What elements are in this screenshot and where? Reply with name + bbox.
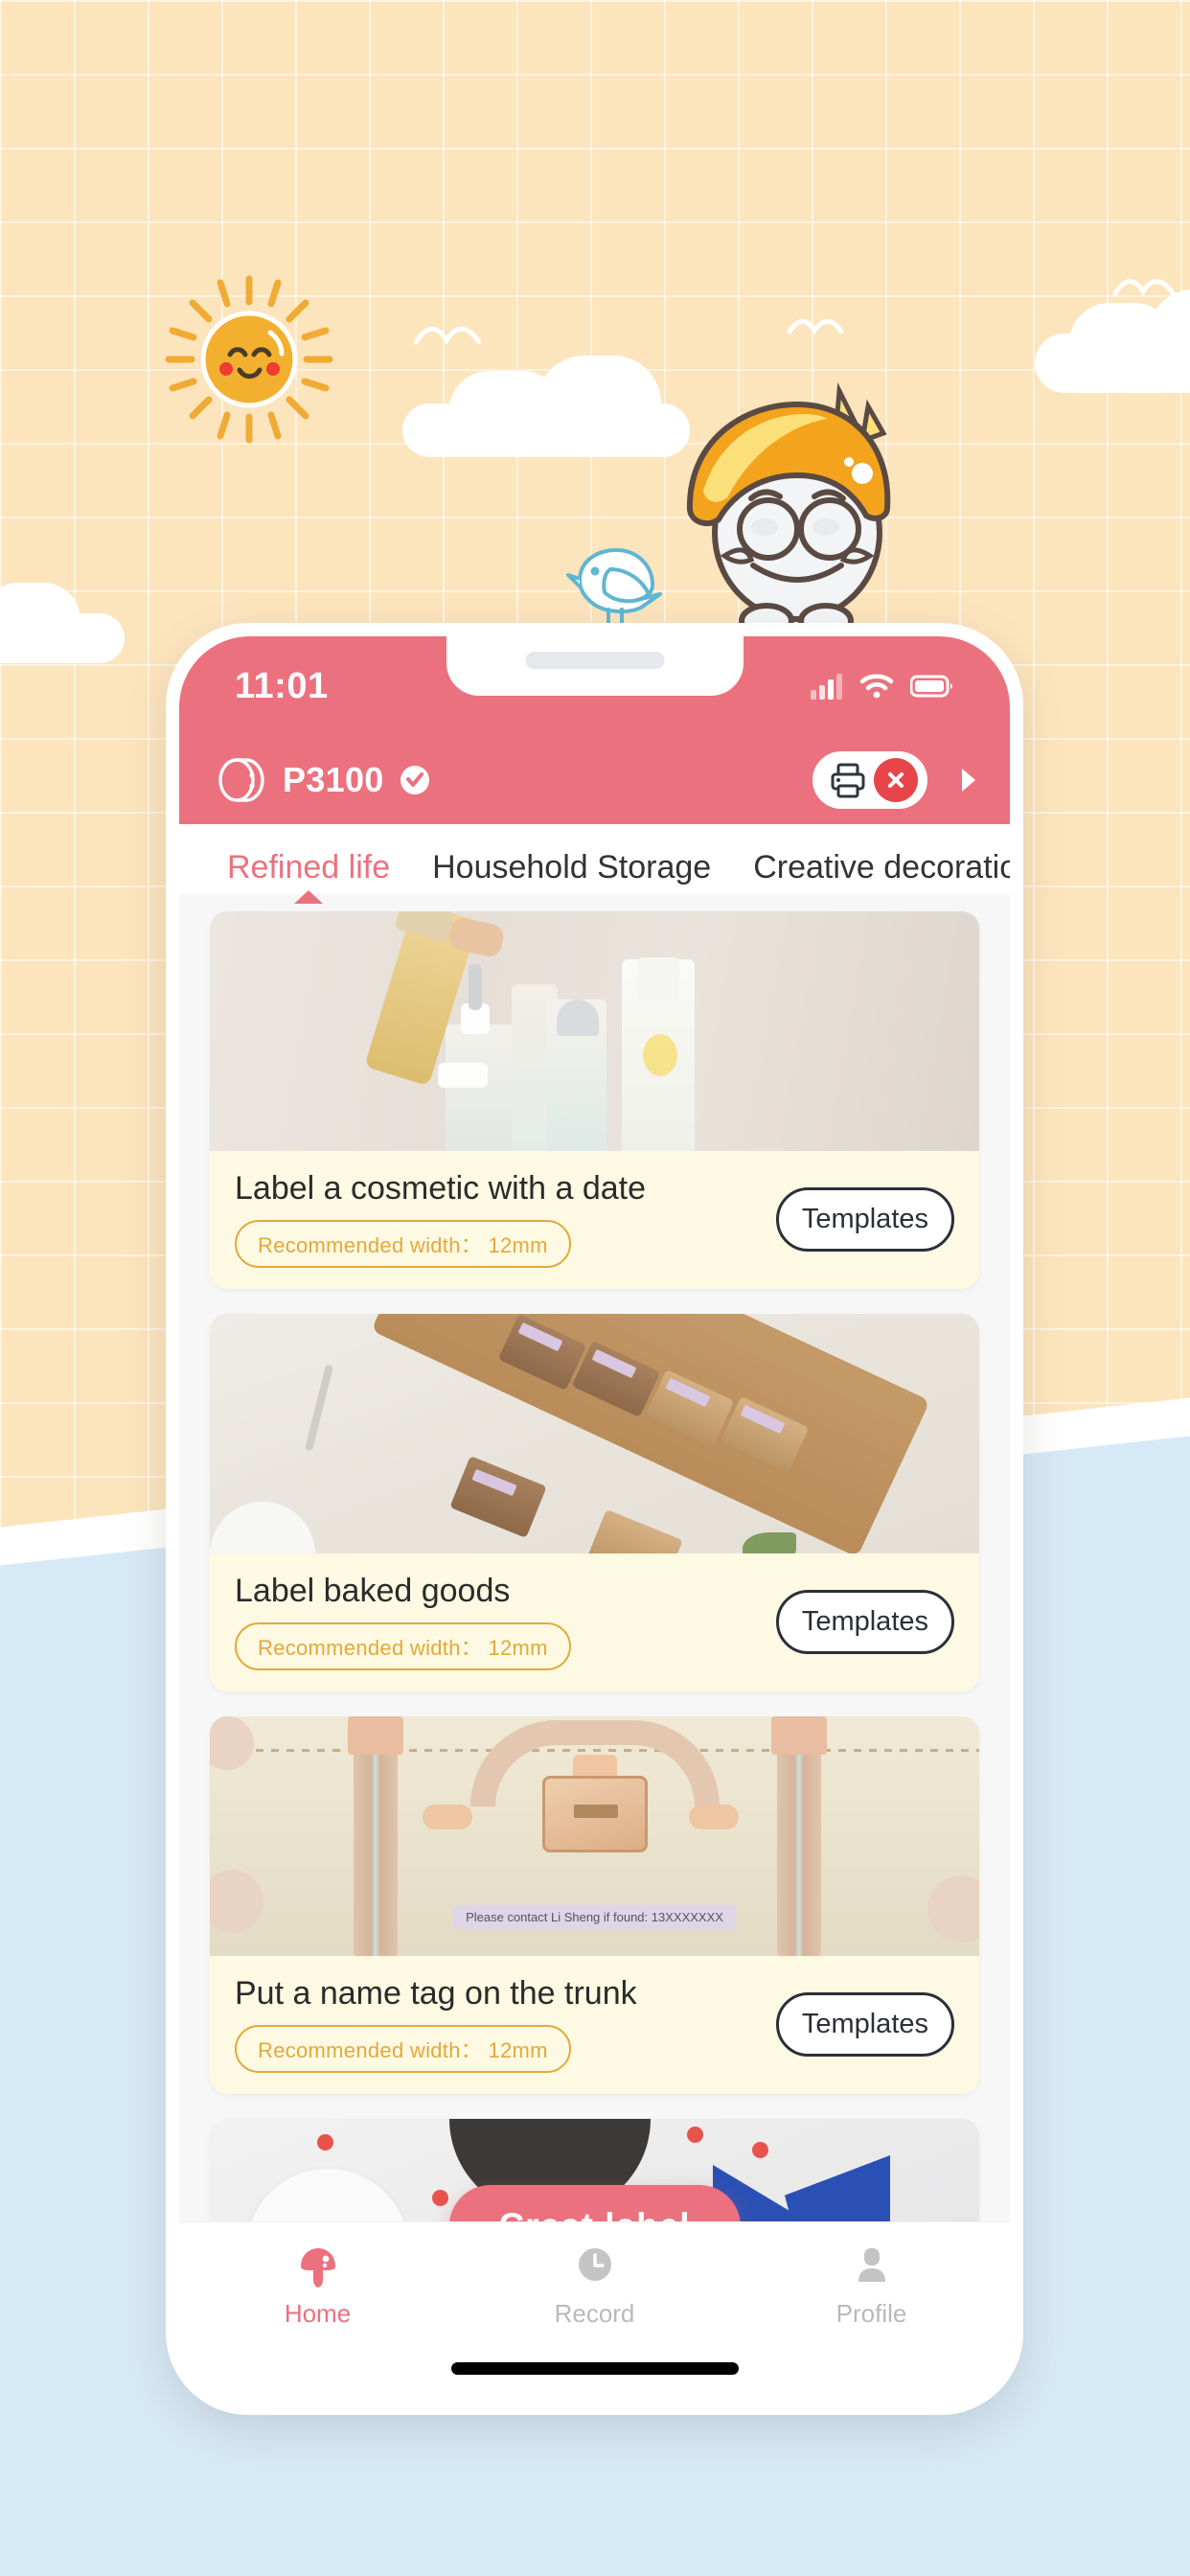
cloud-left [0,575,144,663]
tab-label: Creative decoration [753,849,1010,886]
clock-record-icon [578,2248,611,2281]
device-name: P3100 [283,760,384,799]
trunk-label-text: Please contact Li Sheng if found: 13XXXX… [452,1905,737,1929]
templates-button[interactable]: Templates [775,1991,954,2057]
template-list[interactable]: Label a cosmetic with a date Recommended… [179,894,1010,2291]
tab-household-storage[interactable]: Household Storage [411,849,732,894]
tab-refined-life[interactable]: Refined life [206,849,411,904]
status-bar: 11:01 [179,636,1010,736]
list-item[interactable]: Label baked goods Recommended width： 12m… [210,1314,979,1691]
templates-button[interactable]: Templates [775,1589,954,1654]
printer-icon[interactable] [828,760,868,800]
card-title: Label a cosmetic with a date [235,1170,647,1207]
tab-creative-decoration[interactable]: Creative decoration [732,849,1010,894]
home-indicator [450,2362,739,2375]
list-item[interactable]: Label a cosmetic with a date Recommended… [210,911,979,1289]
speaker-pill [525,652,664,669]
bird-mark-icon [787,318,844,335]
recommended-width-chip: Recommended width： 12mm [235,1622,571,1670]
card-title: Label baked goods [235,1573,511,1609]
templates-button[interactable]: Templates [775,1186,954,1252]
battery-icon [910,675,952,698]
recommended-width-chip: Recommended width： 12mm [235,2025,571,2073]
cloud-top-right [1035,288,1190,393]
bird-mark-icon [413,326,482,345]
nav-label: Home [284,2299,352,2328]
baked-goods-photo [210,1314,979,1553]
close-button[interactable] [874,758,918,802]
list-item[interactable]: Please contact Li Sheng if found: 13XXXX… [210,1716,979,2094]
person-profile-icon [858,2248,885,2282]
mushroom-home-icon [300,2248,335,2288]
status-time: 11:01 [235,665,329,706]
recommended-width-chip: Recommended width： 12mm [235,1220,571,1268]
mascot-character [661,374,934,652]
active-tab-caret [294,890,324,904]
phone-screen: 11:01 P3100 Refined life Household Stora… [179,636,1010,2402]
bird-icon [561,537,675,632]
verified-check-icon [400,766,429,794]
nav-label: Record [554,2299,635,2328]
tab-label: Refined life [227,849,391,886]
nav-item-record[interactable]: Record [456,2243,733,2329]
chevron-right-icon[interactable] [956,765,981,795]
wifi-icon [859,674,894,699]
notch [446,636,744,696]
printer-device-icon [218,758,264,802]
close-x-icon[interactable] [883,768,908,793]
sun-icon [163,273,335,446]
nav-label: Profile [835,2299,907,2328]
nav-item-home[interactable]: Home [179,2243,456,2329]
app-bar: P3100 [179,736,1010,824]
cosmetic-bottles-photo [210,911,979,1151]
phone-mockup: 11:01 P3100 Refined life Household Stora… [166,623,1023,2415]
nav-item-profile[interactable]: Profile [733,2243,1010,2329]
category-tabs: Refined life Household Storage Creative … [179,824,1010,904]
printer-actions-pill[interactable] [812,751,927,809]
bird-mark-icon [1112,279,1176,296]
cellular-signal-icon [811,674,842,700]
tab-label: Household Storage [432,849,712,886]
suitcase-trunk-photo: Please contact Li Sheng if found: 13XXXX… [210,1716,979,1956]
card-title: Put a name tag on the trunk [235,1975,637,2012]
